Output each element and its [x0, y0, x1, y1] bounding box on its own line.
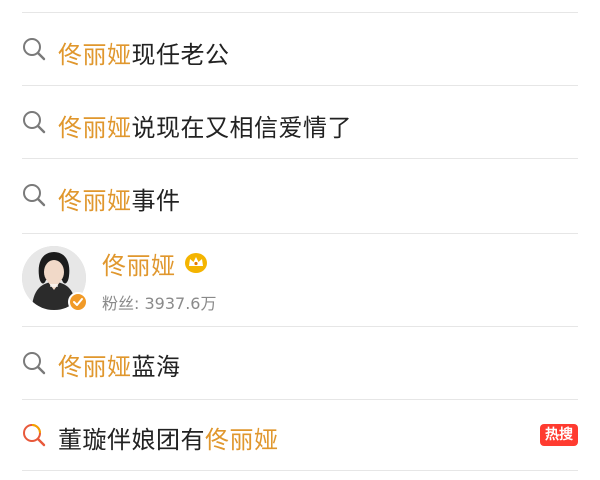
search-icon	[23, 38, 46, 61]
suggestion-item-2[interactable]: 佟丽娅说现在又相信爱情了	[0, 86, 600, 158]
divider	[22, 470, 578, 471]
hot-badge: 热搜	[540, 424, 578, 446]
crown-icon	[185, 253, 207, 273]
suggestion-item-4[interactable]: 佟丽娅蓝海	[0, 327, 600, 399]
suggestion-text: 董璇伴娘团有佟丽娅	[58, 426, 279, 454]
verified-badge-icon	[68, 292, 88, 312]
hot-search-icon	[23, 424, 46, 447]
user-name: 佟丽娅	[102, 252, 176, 280]
suggestion-item-1[interactable]: 佟丽娅现任老公	[0, 13, 600, 85]
suggestion-text: 佟丽娅现任老公	[58, 41, 230, 69]
suggestion-text: 佟丽娅蓝海	[58, 353, 181, 381]
suggestion-text: 佟丽娅事件	[58, 187, 181, 215]
user-result-item[interactable]: 佟丽娅 粉丝: 3937.6万	[0, 234, 600, 326]
fans-count: 粉丝: 3937.6万	[102, 294, 217, 313]
search-icon	[23, 184, 46, 207]
hot-search-item[interactable]: 董璇伴娘团有佟丽娅 热搜	[0, 400, 600, 470]
search-suggestions-page: 佟丽娅现任老公 佟丽娅说现在又相信爱情了 佟丽娅事件 佟丽娅 粉丝: 3937.…	[0, 0, 600, 480]
search-icon	[23, 352, 46, 375]
suggestion-text: 佟丽娅说现在又相信爱情了	[58, 114, 352, 142]
search-icon	[23, 111, 46, 134]
suggestion-item-3[interactable]: 佟丽娅事件	[0, 159, 600, 233]
